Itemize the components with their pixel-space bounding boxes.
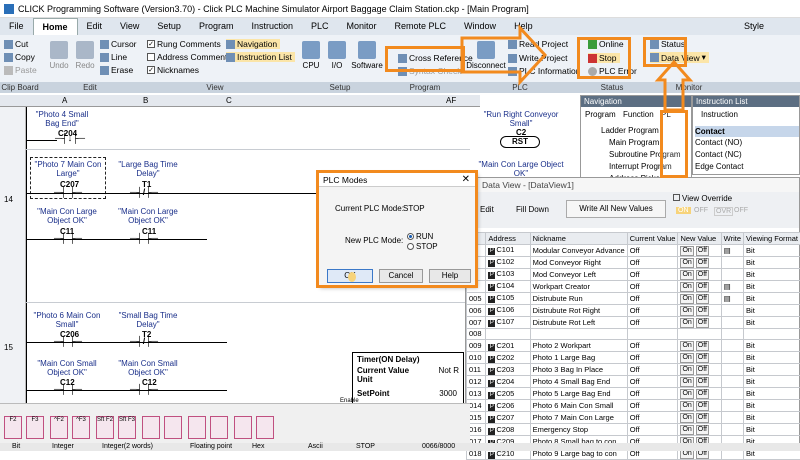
fkey-label: ^F3 [76,417,86,423]
fkey-label: F3 [31,417,38,423]
fkey-label: F2 [9,417,16,423]
fkey-3[interactable]: ^F2 [50,416,68,439]
fkey-label: Sft F2 [97,417,113,423]
status-bar: Bit Integer Integer(2 words) Floating po… [0,443,800,451]
status-count: 0066/8000 [422,443,455,451]
up-arrow-icon [658,62,690,110]
right-arrow-icon [462,28,545,82]
status-ascii: Ascii [308,443,323,451]
status-integer: Integer [52,443,74,451]
fkey-4[interactable]: ^F3 [72,416,90,439]
fkey-8[interactable] [164,416,182,439]
status-hex: Hex [252,443,264,451]
fkey-12[interactable] [256,416,274,439]
fkey-9[interactable] [188,416,206,439]
annotation-arrows [0,0,800,451]
fkey-6[interactable]: Sft F3 [118,416,136,439]
status-floating: Floating point [190,443,232,451]
status-bit: Bit [12,443,20,451]
address-type-icon: P [488,452,495,459]
fkey-label: ^F2 [54,417,64,423]
fkey-10[interactable] [210,416,228,439]
fkey-2[interactable]: F3 [26,416,44,439]
function-key-bar: F2 F3 ^F2 ^F3 Sft F2 Sft F3 [0,403,470,443]
fkey-5[interactable]: Sft F2 [96,416,114,439]
fkey-label: Sft F3 [119,417,135,423]
status-mode: STOP [356,443,375,451]
fkey-1[interactable]: F2 [4,416,22,439]
fkey-11[interactable] [234,416,252,439]
fkey-7[interactable] [142,416,160,439]
status-integer2: Integer(2 words) [102,443,153,451]
